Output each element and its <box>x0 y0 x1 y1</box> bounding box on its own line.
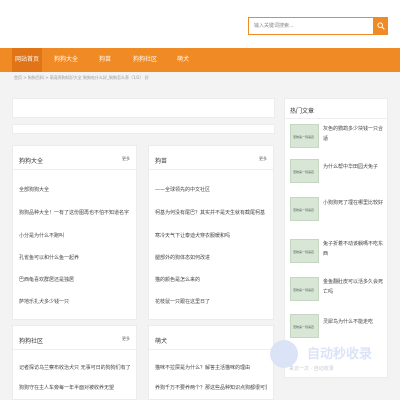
sidebar-article[interactable]: 灰色的鹦鹉多少块钱一只合适 <box>323 124 383 144</box>
watermark-logo-icon <box>270 340 298 368</box>
more-link[interactable]: 更多 <box>122 156 130 162</box>
list-item[interactable]: 柯基为何没有尾巴？其实并不是天生就有截尾柯基 <box>155 209 267 216</box>
block-title: 萌犬 <box>155 338 168 345</box>
list-item[interactable]: 腿部外的狗体态如何改进 <box>155 254 267 261</box>
search-button[interactable] <box>374 17 388 35</box>
list-item[interactable]: 猫咪不拉屎是为什么？解答主活猫咪的理由 <box>155 364 267 371</box>
sidebar-article[interactable]: 为什么帮中华田园犬免子 <box>323 162 383 172</box>
watermark-subtext: 来访一次 · 自动收录 <box>289 366 334 372</box>
article-thumbnail[interactable]: 宠物第一到第四 <box>290 239 319 263</box>
block-title: 狗狗社区 <box>19 338 44 345</box>
divider <box>285 118 387 119</box>
list-item[interactable]: ——全球领先的中文社区 <box>155 186 267 193</box>
nav-cute-dogs[interactable]: 萌犬 <box>168 48 198 72</box>
nav-puppy[interactable]: 狗苗 <box>90 48 120 72</box>
nav-home[interactable]: 网站首页 <box>12 48 42 72</box>
list-item[interactable]: 全部狗狗大全 <box>19 186 131 193</box>
more-link[interactable]: 更多 <box>122 336 130 342</box>
list-item[interactable]: 记者探访乌兰察布收治犬只 无事可日的狗狗们有了家 <box>19 364 131 371</box>
watermark: 自动秒收录 来访一次 · 自动收录 <box>265 338 400 380</box>
article-thumbnail[interactable]: 宠物第一到第四 <box>290 277 319 301</box>
divider <box>149 169 273 170</box>
header: 输入关键词搜索... <box>0 0 400 48</box>
sidebar-popular: 热门文章 宠物第一到第四 灰色的鹦鹉多少块钱一只合适 宠物第一到第四 为什么帮中… <box>284 98 388 378</box>
divider <box>13 349 136 350</box>
list-item[interactable]: 狗狗守在主人车旁每一年半面对被收养无望 <box>19 384 131 391</box>
sidebar-article[interactable]: 金鱼翻肚皮可以活多久会死亡吗 <box>323 277 383 297</box>
strip-placeholder <box>12 124 275 134</box>
list-item[interactable]: 养狗千万不要养两个？那这些品种知识点狗都很可爱 <box>155 384 267 391</box>
nav-dog-encyclopedia[interactable]: 狗狗大全 <box>50 48 82 72</box>
list-item[interactable]: 巴西龟喜欢群居还是独居 <box>19 276 131 283</box>
block-title: 狗狗大全 <box>19 158 44 165</box>
list-item[interactable]: 花枝鼠一只跟在这里日了 <box>155 298 267 305</box>
article-thumbnail[interactable]: 宠物第一到第四 <box>290 124 319 148</box>
sidebar-title: 热门文章 <box>290 108 315 115</box>
article-thumbnail[interactable]: 宠物第一到第四 <box>290 314 319 338</box>
list-item[interactable]: 狗狗品种大全！一有了这份图再也不怕不知道名字 <box>19 209 131 216</box>
divider <box>13 169 136 170</box>
block-puppy: 狗苗 更多 ——全球领先的中文社区 柯基为何没有尾巴？其实并不是天生就有截尾柯基… <box>148 145 274 320</box>
breadcrumb[interactable]: 首页 > 狗狗百科 > 萌宠养狗知识大全 狗狗吃什么好_狗狗怎么养（1/2） 好 <box>14 75 149 81</box>
block-dog-encyclopedia: 狗狗大全 更多 全部狗狗大全 狗狗品种大全！一有了这份图再也不怕不知道名字 小分… <box>12 145 137 320</box>
list-item[interactable]: 萨地乐扎犬多少钱一只 <box>19 298 131 305</box>
list-item[interactable]: 猫的颜色是怎么来的 <box>155 276 267 283</box>
sidebar-article[interactable]: 兔子折着不动该躺嗎不吃东西 <box>323 239 383 259</box>
watermark-text: 自动秒收录 <box>307 347 373 362</box>
sidebar-article[interactable]: 灵犀鸟为什么不能走吃 <box>323 317 383 327</box>
block-community: 狗狗社区 更多 记者探访乌兰察布收治犬只 无事可日的狗狗们有了家 狗狗守在主人车… <box>12 325 137 400</box>
block-cute-dogs: 萌犬 猫咪不拉屎是为什么？解答主活猫咪的理由 养狗千万不要养两个？那这些品种知识… <box>148 325 274 400</box>
search-icon <box>377 22 385 30</box>
list-item[interactable]: 孔雀鱼可以和什么鱼一起养 <box>19 254 131 261</box>
banner-placeholder <box>12 98 275 118</box>
sidebar-article[interactable]: 小狗狗死了埋在哪里比较好 <box>323 198 383 208</box>
article-thumbnail[interactable]: 宠物第一到第四 <box>290 159 319 183</box>
search-input[interactable]: 输入关键词搜索... <box>249 18 373 34</box>
block-title: 狗苗 <box>155 158 168 165</box>
list-item[interactable]: 小分是为什么不跑叫 <box>19 232 131 239</box>
more-link[interactable]: 更多 <box>259 156 267 162</box>
divider <box>149 349 273 350</box>
main-nav: 网站首页 狗狗大全 狗苗 狗狗社区 萌犬 <box>0 48 400 72</box>
list-item[interactable]: 寒冷天气下让泰迪犬穿衣服暖和吗 <box>155 232 267 239</box>
search-box[interactable]: 输入关键词搜索... <box>248 17 374 35</box>
nav-community[interactable]: 狗狗社区 <box>128 48 162 72</box>
article-thumbnail[interactable]: 宠物第一到第四 <box>290 197 319 221</box>
